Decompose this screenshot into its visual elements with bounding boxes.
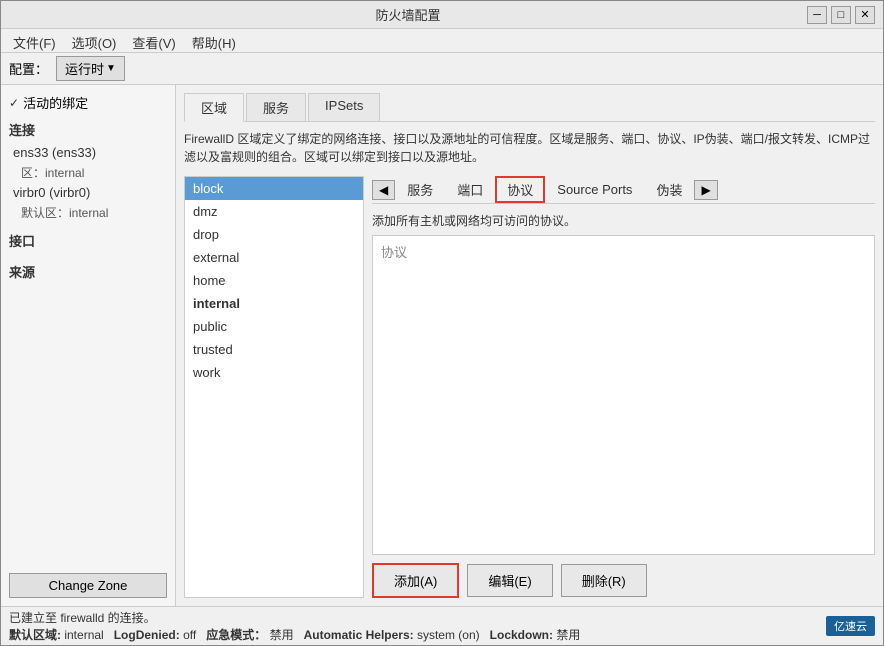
default-zone-value: internal [64, 628, 103, 642]
sidebar-virbr0[interactable]: virbr0 (virbr0) [9, 183, 167, 202]
change-zone-button[interactable]: Change Zone [9, 573, 167, 598]
connection-status: 已建立至 firewalld 的连接。 [9, 611, 156, 625]
emergency-value: 禁用 [270, 628, 294, 642]
source-title: 来源 [9, 262, 167, 281]
main-window: 防火墙配置 ─ □ ✕ 文件(F) 选项(O) 查看(V) 帮助(H) 配置： … [0, 0, 884, 646]
main-tabs: 区域 服务 IPSets [184, 93, 875, 122]
tab-zones[interactable]: 区域 [184, 93, 244, 122]
zone-panel: block dmz drop external home internal pu… [184, 176, 875, 598]
delete-button[interactable]: 删除(R) [561, 564, 647, 597]
runtime-dropdown[interactable]: 运行时 ▼ [56, 56, 125, 81]
sidebar-ens33-zone: 区：internal [9, 162, 167, 183]
zone-home[interactable]: home [185, 269, 363, 292]
add-button[interactable]: 添加(A) [372, 563, 459, 598]
prev-tab-button[interactable]: ◀ [372, 180, 395, 200]
toolbar: 配置： 运行时 ▼ [1, 53, 883, 85]
right-panel: 区域 服务 IPSets FirewallD 区域定义了绑定的网络连接、接口以及… [176, 85, 883, 606]
status-bar: 已建立至 firewalld 的连接。 默认区域: internal LogDe… [1, 606, 883, 645]
minimize-button[interactable]: ─ [807, 6, 827, 24]
edit-button[interactable]: 编辑(E) [467, 564, 552, 597]
log-denied-label: LogDenied: [114, 628, 180, 642]
active-bindings-section: ✓ 活动的绑定 [9, 93, 167, 112]
maximize-button[interactable]: □ [831, 6, 851, 24]
zone-description: FirewallD 区域定义了绑定的网络连接、接口以及源地址的可信程度。区域是服… [184, 130, 875, 166]
detail-tabs: ◀ 服务 端口 协议 Source Ports 伪装 ▶ [372, 176, 875, 204]
window-controls: ─ □ ✕ [807, 6, 875, 24]
emergency-label: 应急模式： [206, 628, 266, 642]
detail-tab-source-ports[interactable]: Source Ports [545, 178, 644, 201]
helpers-label: Automatic Helpers: [304, 628, 414, 642]
main-area: 配置： 运行时 ▼ ✓ 活动的绑定 连接 ens33 (ens33) 区：int… [1, 53, 883, 645]
content-area: ✓ 活动的绑定 连接 ens33 (ens33) 区：internal virb… [1, 85, 883, 606]
next-tab-button[interactable]: ▶ [694, 180, 717, 200]
zone-drop[interactable]: drop [185, 223, 363, 246]
sidebar-ens33[interactable]: ens33 (ens33) [9, 143, 167, 162]
protocol-description: 添加所有主机或网络均可访问的协议。 [372, 212, 875, 229]
protocol-header: 协议 [377, 240, 870, 263]
zone-public[interactable]: public [185, 315, 363, 338]
zone-internal[interactable]: internal [185, 292, 363, 315]
connection-title: 连接 [9, 120, 167, 139]
log-denied-value: off [183, 628, 196, 642]
title-bar: 防火墙配置 ─ □ ✕ [1, 1, 883, 29]
zone-list: block dmz drop external home internal pu… [184, 176, 364, 598]
window-title: 防火墙配置 [9, 5, 807, 24]
sidebar-virbr0-zone: 默认区：internal [9, 202, 167, 223]
tab-ipsets[interactable]: IPSets [308, 93, 380, 121]
dropdown-arrow: ▼ [106, 63, 116, 74]
active-bindings-label: 活动的绑定 [23, 93, 88, 112]
lockdown-label: Lockdown: [490, 628, 553, 642]
menu-bar: 文件(F) 选项(O) 查看(V) 帮助(H) [1, 29, 883, 53]
sidebar: ✓ 活动的绑定 连接 ens33 (ens33) 区：internal virb… [1, 85, 176, 606]
close-button[interactable]: ✕ [855, 6, 875, 24]
default-zone-label: 默认区域: [9, 628, 61, 642]
zone-detail: ◀ 服务 端口 协议 Source Ports 伪装 ▶ 添加所有主机或网络均可… [372, 176, 875, 598]
lockdown-value: 禁用 [556, 628, 580, 642]
detail-tab-ports[interactable]: 端口 [445, 176, 495, 203]
toolbar-config-label: 配置： [9, 59, 48, 78]
helpers-value: system (on) [417, 628, 480, 642]
menu-help[interactable]: 帮助(H) [184, 31, 244, 50]
port-title: 接口 [9, 231, 167, 250]
zone-block[interactable]: block [185, 177, 363, 200]
protocol-area: 协议 [372, 235, 875, 555]
detail-tab-masquerade[interactable]: 伪装 [644, 176, 694, 203]
zone-dmz[interactable]: dmz [185, 200, 363, 223]
detail-tab-protocol[interactable]: 协议 [495, 176, 545, 203]
detail-tab-services[interactable]: 服务 [395, 176, 445, 203]
menu-file[interactable]: 文件(F) [5, 31, 64, 50]
zone-external[interactable]: external [185, 246, 363, 269]
logo-badge: 亿速云 [826, 616, 875, 636]
tab-services[interactable]: 服务 [246, 93, 306, 121]
status-text: 已建立至 firewalld 的连接。 默认区域: internal LogDe… [9, 609, 826, 643]
zone-work[interactable]: work [185, 361, 363, 384]
action-buttons: 添加(A) 编辑(E) 删除(R) [372, 563, 875, 598]
menu-view[interactable]: 查看(V) [124, 31, 183, 50]
menu-options[interactable]: 选项(O) [64, 31, 125, 50]
zone-trusted[interactable]: trusted [185, 338, 363, 361]
